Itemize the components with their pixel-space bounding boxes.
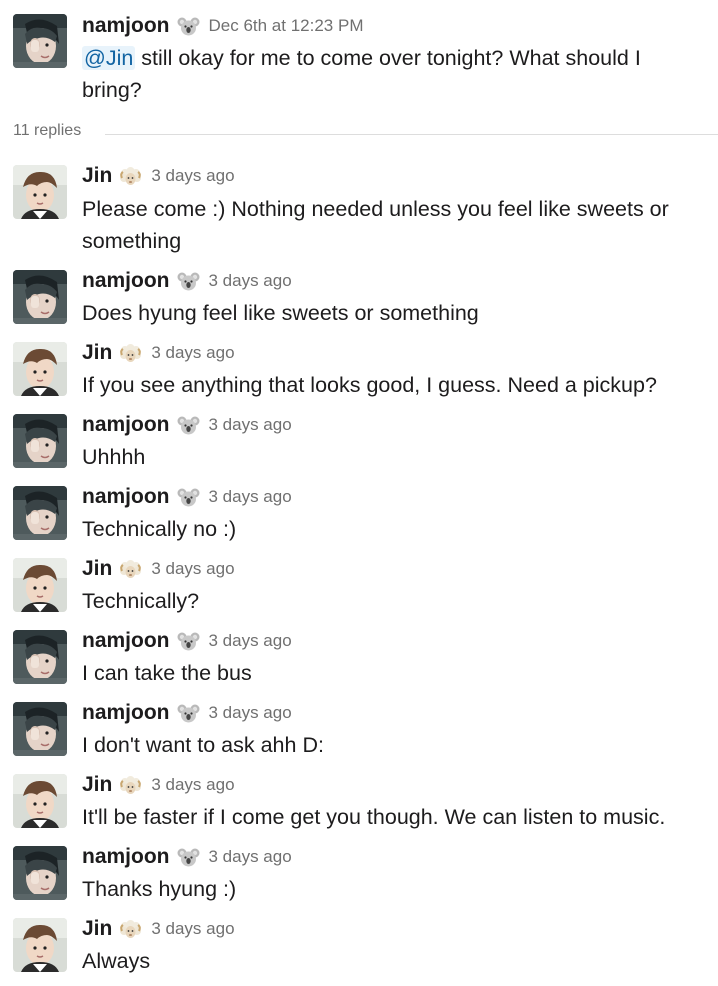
replies-divider (105, 134, 718, 135)
author-name[interactable]: Jin (82, 773, 112, 797)
avatar[interactable] (13, 918, 67, 972)
message-text: I can take the bus (82, 661, 252, 685)
koala-icon (177, 631, 200, 652)
avatar[interactable] (13, 630, 67, 684)
message-text: @Jin still okay for me to come over toni… (82, 42, 702, 106)
timestamp[interactable]: 3 days ago (209, 271, 292, 291)
message-text: Uhhhh (82, 445, 146, 469)
timestamp[interactable]: Dec 6th at 12:23 PM (209, 16, 364, 36)
message-text: Thanks hyung :) (82, 877, 237, 901)
timestamp[interactable]: 3 days ago (151, 775, 234, 795)
sheep-icon (119, 343, 142, 364)
timestamp[interactable]: 3 days ago (151, 166, 234, 186)
koala-icon (177, 847, 200, 868)
koala-icon (177, 415, 200, 436)
koala-icon (177, 703, 200, 724)
avatar[interactable] (13, 846, 67, 900)
author-name[interactable]: Jin (82, 917, 112, 941)
timestamp[interactable]: 3 days ago (151, 919, 234, 939)
author-name[interactable]: namjoon (82, 14, 170, 38)
avatar[interactable] (13, 486, 67, 540)
avatar[interactable] (13, 558, 67, 612)
sheep-icon (119, 919, 142, 940)
author-name[interactable]: namjoon (82, 269, 170, 293)
koala-icon (177, 487, 200, 508)
message-text: Technically no :) (82, 517, 237, 541)
avatar[interactable] (13, 165, 67, 219)
message-text: If you see anything that looks good, I g… (82, 373, 657, 397)
message-text: Always (82, 949, 151, 973)
avatar[interactable] (13, 414, 67, 468)
koala-icon (177, 271, 200, 292)
replies-count[interactable]: 11 replies (13, 122, 81, 140)
mention-link[interactable]: @Jin (82, 46, 136, 70)
author-name[interactable]: Jin (82, 164, 112, 188)
author-name[interactable]: namjoon (82, 485, 170, 509)
avatar[interactable] (13, 774, 67, 828)
sheep-icon (119, 166, 142, 187)
avatar[interactable] (13, 342, 67, 396)
author-name[interactable]: Jin (82, 341, 112, 365)
sheep-icon (119, 559, 142, 580)
timestamp[interactable]: 3 days ago (209, 631, 292, 651)
message-text: I don't want to ask ahh D: (82, 733, 324, 757)
avatar[interactable] (13, 270, 67, 324)
message-body: still okay for me to come over tonight? … (82, 46, 641, 102)
message-text: It'll be faster if I come get you though… (82, 805, 666, 829)
avatar[interactable] (13, 14, 67, 68)
author-name[interactable]: namjoon (82, 629, 170, 653)
koala-icon (177, 16, 200, 37)
timestamp[interactable]: 3 days ago (151, 343, 234, 363)
timestamp[interactable]: 3 days ago (209, 847, 292, 867)
author-name[interactable]: namjoon (82, 845, 170, 869)
author-name[interactable]: Jin (82, 557, 112, 581)
author-name[interactable]: namjoon (82, 701, 170, 725)
avatar[interactable] (13, 702, 67, 756)
message-text: Does hyung feel like sweets or something (82, 301, 479, 325)
timestamp[interactable]: 3 days ago (151, 559, 234, 579)
timestamp[interactable]: 3 days ago (209, 415, 292, 435)
author-name[interactable]: namjoon (82, 413, 170, 437)
message-text: Please come :) Nothing needed unless you… (82, 197, 669, 253)
timestamp[interactable]: 3 days ago (209, 487, 292, 507)
timestamp[interactable]: 3 days ago (209, 703, 292, 723)
message-text: Technically? (82, 589, 200, 613)
sheep-icon (119, 775, 142, 796)
